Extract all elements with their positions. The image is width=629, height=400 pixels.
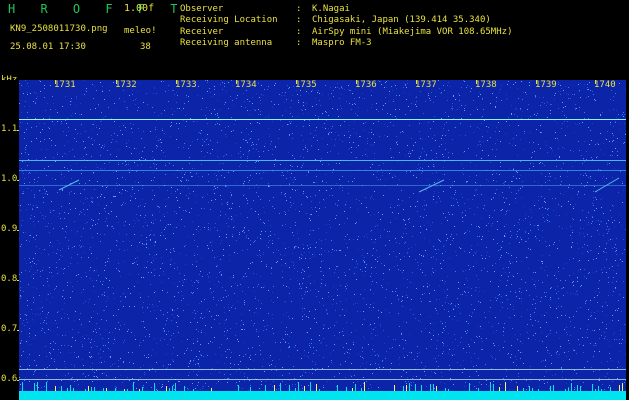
time-tick [476,80,477,84]
info-value: AirSpy mini (Miakejima VOR 108.65MHz) [312,27,513,37]
time-tick [236,80,237,84]
info-colon: : [296,15,302,25]
info-row-receiver: Receiver: AirSpy mini (Miakejima VOR 108.… [180,27,512,37]
carrier-line [19,185,626,186]
info-key: Observer [180,4,224,14]
count-label: 38 [140,42,151,52]
noise-field [19,80,626,400]
time-tick [536,80,537,84]
time-tick [116,80,117,84]
frequency-axis: 1.1 1.0 0.9 0.8 0.7 0.6 [0,80,21,400]
freq-label: 1.1 [1,124,18,134]
info-value: K.Nagai [312,4,350,14]
app-title: H R O F F T [8,2,187,16]
info-key: Receiving Location [180,15,278,25]
time-tick [55,80,56,84]
mode-label: meleo! [124,26,157,36]
info-colon: : [296,38,302,48]
carrier-line [19,170,626,171]
info-colon: : [296,27,302,37]
carrier-line [19,379,626,380]
freq-label: 0.9 [1,224,18,234]
carrier-line [19,119,626,120]
info-key: Receiver [180,27,224,37]
info-value: Chigasaki, Japan (139.414 35.340) [312,15,491,25]
time-label: 1740 [593,80,617,90]
freq-label: 0.7 [1,324,18,334]
time-label: 1739 [534,80,558,90]
freq-label: 1.0 [1,174,18,184]
info-row-observer: Observer: K.Nagai [180,4,350,14]
time-tick [356,80,357,84]
carrier-line [19,369,626,370]
carrier-line [19,160,626,161]
time-label: 1737 [414,80,438,90]
time-label: 1734 [234,80,258,90]
info-row-location: Receiving Location: Chigasaki, Japan (139… [180,15,491,25]
filename-label: KN9_2508011730.png [10,24,108,34]
time-label: 1732 [114,80,138,90]
version-label: 1.00f [124,3,155,14]
info-colon: : [296,4,302,14]
datetime-label: 25.08.01 17:30 [10,42,86,52]
freq-label: 0.8 [1,274,18,284]
info-value: Maspro FM-3 [312,38,372,48]
time-label: 1736 [354,80,378,90]
time-label: 1733 [174,80,198,90]
spectrogram-plot: 1731 1732 1733 1734 1735 1736 1737 1738 … [19,80,626,400]
time-tick [416,80,417,84]
info-row-antenna: Receiving antenna: Maspro FM-3 [180,38,372,48]
time-tick [176,80,177,84]
header-panel: H R O F F T 1.00f KN9_2508011730.png mel… [0,0,629,76]
freq-label: 0.6 [1,374,18,384]
time-tick [296,80,297,84]
info-key: Receiving antenna [180,38,273,48]
baseline-band [19,391,626,400]
time-label: 1735 [294,80,318,90]
time-label: 1738 [474,80,498,90]
time-tick [595,80,596,84]
time-label: 1731 [53,80,77,90]
